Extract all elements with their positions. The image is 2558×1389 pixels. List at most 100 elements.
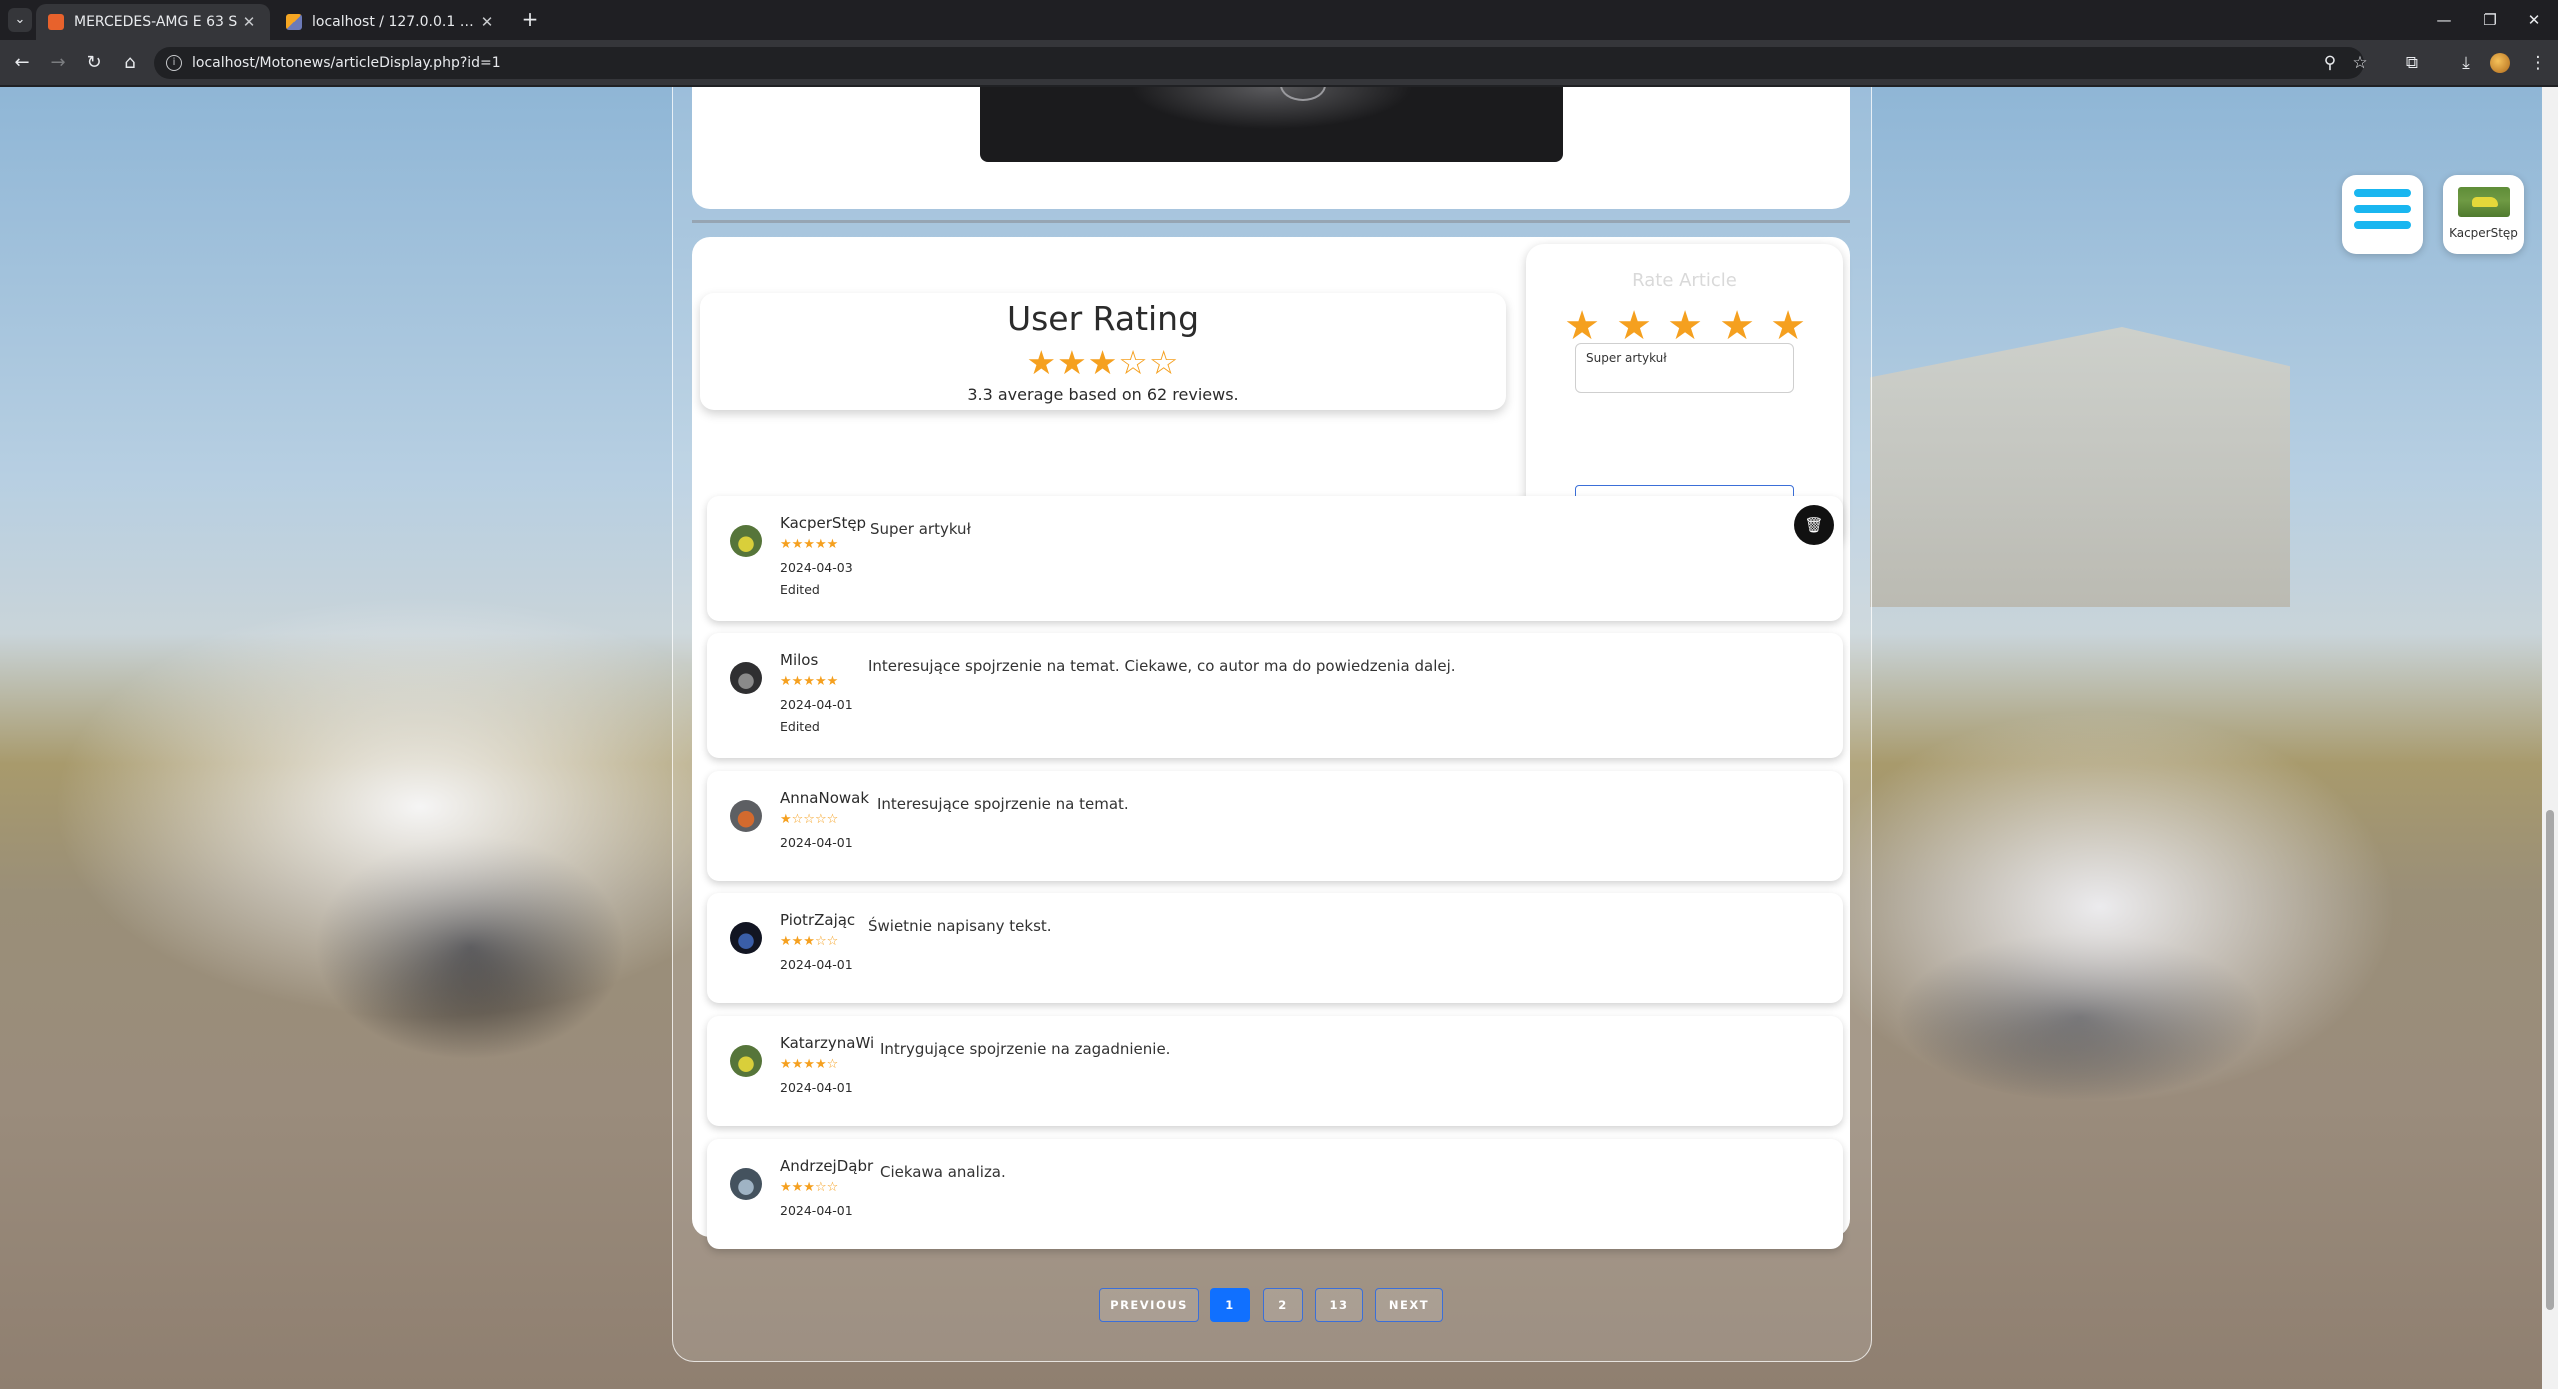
browser-tab-inactive[interactable]: localhost / 127.0.0.1 / database ✕ (274, 4, 508, 40)
comment-username: AndrzejDąbr (780, 1157, 874, 1175)
comment-text: Super artykuł (870, 520, 971, 538)
menu-bar (2354, 221, 2411, 229)
star-filled-icon: ★ (1057, 343, 1088, 382)
page-1-button[interactable]: 1 (1210, 1288, 1250, 1322)
comment-text: Interesujące spojrzenie na temat. Ciekaw… (868, 657, 1456, 675)
rate-star-5-icon[interactable]: ★ (1766, 304, 1810, 348)
profile-button[interactable]: KacperStęp (2443, 175, 2524, 254)
comment-edited-label: Edited (780, 719, 820, 734)
comment-item: AndrzejDąbr ★★★☆☆ 2024-04-01 Ciekawa ana… (707, 1139, 1843, 1249)
average-stars: ★★★☆☆ (700, 343, 1506, 382)
browser-tab-active[interactable]: MERCEDES-AMG E 63 S ✕ (36, 4, 270, 40)
rate-star-2-icon[interactable]: ★ (1612, 304, 1656, 348)
delete-trash-icon[interactable]: 🗑 (1794, 505, 1834, 545)
tab-title: localhost / 127.0.0.1 / database (312, 14, 478, 30)
url-text: localhost/Motonews/articleDisplay.php?id… (192, 55, 501, 71)
comment-text: Świetnie napisany tekst. (868, 917, 1052, 935)
new-tab-plus-icon[interactable]: + (518, 8, 542, 32)
comment-textarea[interactable]: Super artykuł (1575, 343, 1794, 393)
comment-username: PiotrZając (780, 911, 856, 929)
reload-icon[interactable]: ↻ (80, 49, 108, 77)
url-field[interactable]: i localhost/Motonews/articleDisplay.php?… (154, 47, 2364, 79)
menu-bar (2354, 205, 2411, 213)
comment-stars: ★★★★★ (780, 674, 839, 689)
comment-username: Milos (780, 651, 819, 669)
car-wheel-graphic (1280, 87, 1326, 101)
page-background: User Rating ★★★☆☆ 3.3 average based on 6… (0, 87, 2542, 1389)
comment-text: Ciekawa analiza. (880, 1163, 1006, 1181)
avatar (730, 922, 762, 954)
avatar (730, 1045, 762, 1077)
comment-date: 2024-04-01 (780, 697, 853, 712)
download-icon[interactable]: ⤓ (2452, 49, 2480, 77)
comment-stars: ★★★★★ (780, 537, 839, 552)
star-empty-icon: ☆ (1118, 343, 1149, 382)
comment-username: KatarzynaWi (780, 1034, 875, 1052)
avatar (730, 800, 762, 832)
rate-star-4-icon[interactable]: ★ (1715, 304, 1759, 348)
comment-item: AnnaNowak ★☆☆☆☆ 2024-04-01 Interesujące … (707, 771, 1843, 881)
comment-stars: ★★★☆☆ (780, 934, 839, 949)
comment-date: 2024-04-01 (780, 957, 853, 972)
star-filled-icon: ★ (1026, 343, 1058, 382)
comment-date: 2024-04-03 (780, 560, 853, 575)
hamburger-menu-icon[interactable] (2342, 175, 2423, 254)
comment-username: AnnaNowak (780, 789, 870, 807)
star-filled-icon: ★ (1087, 343, 1119, 382)
back-arrow-icon[interactable]: ← (8, 49, 36, 77)
next-page-button[interactable]: NEXT (1375, 1288, 1443, 1322)
tab-list-chevron-icon[interactable]: ⌄ (8, 8, 32, 32)
site-favicon-icon (48, 14, 64, 30)
background-barn (1870, 327, 2290, 607)
home-icon[interactable]: ⌂ (116, 49, 144, 77)
avatar (730, 1168, 762, 1200)
comment-username: KacperStęp (780, 514, 867, 532)
comment-text: Interesujące spojrzenie na temat. (877, 795, 1129, 813)
forward-arrow-icon[interactable]: → (44, 49, 72, 77)
address-bar: ← → ↻ ⌂ i localhost/Motonews/articleDisp… (0, 40, 2558, 86)
rate-article-title: Rate Article (1632, 270, 1737, 291)
close-tab-icon[interactable]: ✕ (240, 13, 258, 31)
section-divider (692, 220, 1850, 223)
previous-page-button[interactable]: PREVIOUS (1099, 1288, 1199, 1322)
rating-summary: 3.3 average based on 62 reviews. (967, 385, 1239, 404)
profile-car-avatar (2458, 187, 2510, 217)
tab-title: MERCEDES-AMG E 63 S (74, 14, 238, 30)
browser-profile-avatar[interactable] (2490, 53, 2510, 73)
comment-stars: ★☆☆☆☆ (780, 812, 839, 827)
menu-bar (2354, 189, 2411, 197)
avatar (730, 662, 762, 694)
profile-name: KacperStęp (2449, 226, 2518, 240)
extensions-icon[interactable]: ⧉ (2398, 49, 2426, 77)
minimize-icon[interactable]: — (2424, 6, 2464, 34)
scrollbar-thumb[interactable] (2546, 810, 2554, 1310)
comment-stars: ★★★☆☆ (780, 1180, 839, 1195)
article-image (980, 87, 1563, 162)
comment-date: 2024-04-01 (780, 835, 853, 850)
user-rating-box: User Rating ★★★☆☆ 3.3 average based on 6… (700, 293, 1506, 410)
site-info-icon[interactable]: i (166, 55, 182, 71)
comment-date: 2024-04-01 (780, 1203, 853, 1218)
browser-menu-icon[interactable]: ⋮ (2524, 49, 2552, 77)
avatar (730, 525, 762, 557)
page-2-button[interactable]: 2 (1263, 1288, 1303, 1322)
browser-tab-bar: ⌄ MERCEDES-AMG E 63 S ✕ localhost / 127.… (0, 0, 2558, 40)
comment-item: KacperStęp ★★★★★ 2024-04-03 Edited Super… (707, 496, 1843, 621)
comment-item: PiotrZając ★★★☆☆ 2024-04-01 Świetnie nap… (707, 893, 1843, 1003)
page-13-button[interactable]: 13 (1315, 1288, 1363, 1322)
comment-item: Milos ★★★★★ 2024-04-01 Edited Interesują… (707, 633, 1843, 758)
comment-item: KatarzynaWi ★★★★☆ 2024-04-01 Intrygujące… (707, 1016, 1843, 1126)
close-tab-icon[interactable]: ✕ (478, 13, 496, 31)
window-close-icon[interactable]: ✕ (2514, 6, 2554, 34)
comment-edited-label: Edited (780, 582, 820, 597)
comment-text: Intrygujące spojrzenie na zagadnienie. (880, 1040, 1171, 1058)
rate-star-3-icon[interactable]: ★ (1663, 304, 1707, 348)
rate-star-1-icon[interactable]: ★ (1560, 304, 1604, 348)
star-empty-icon: ☆ (1148, 343, 1180, 382)
restore-icon[interactable]: ❐ (2470, 6, 2510, 34)
bookmark-star-icon[interactable]: ☆ (2346, 49, 2374, 77)
user-rating-title: User Rating (1006, 299, 1200, 338)
phpmyadmin-favicon-icon (286, 14, 302, 30)
comment-date: 2024-04-01 (780, 1080, 853, 1095)
zoom-icon[interactable]: ⚲ (2316, 49, 2344, 77)
